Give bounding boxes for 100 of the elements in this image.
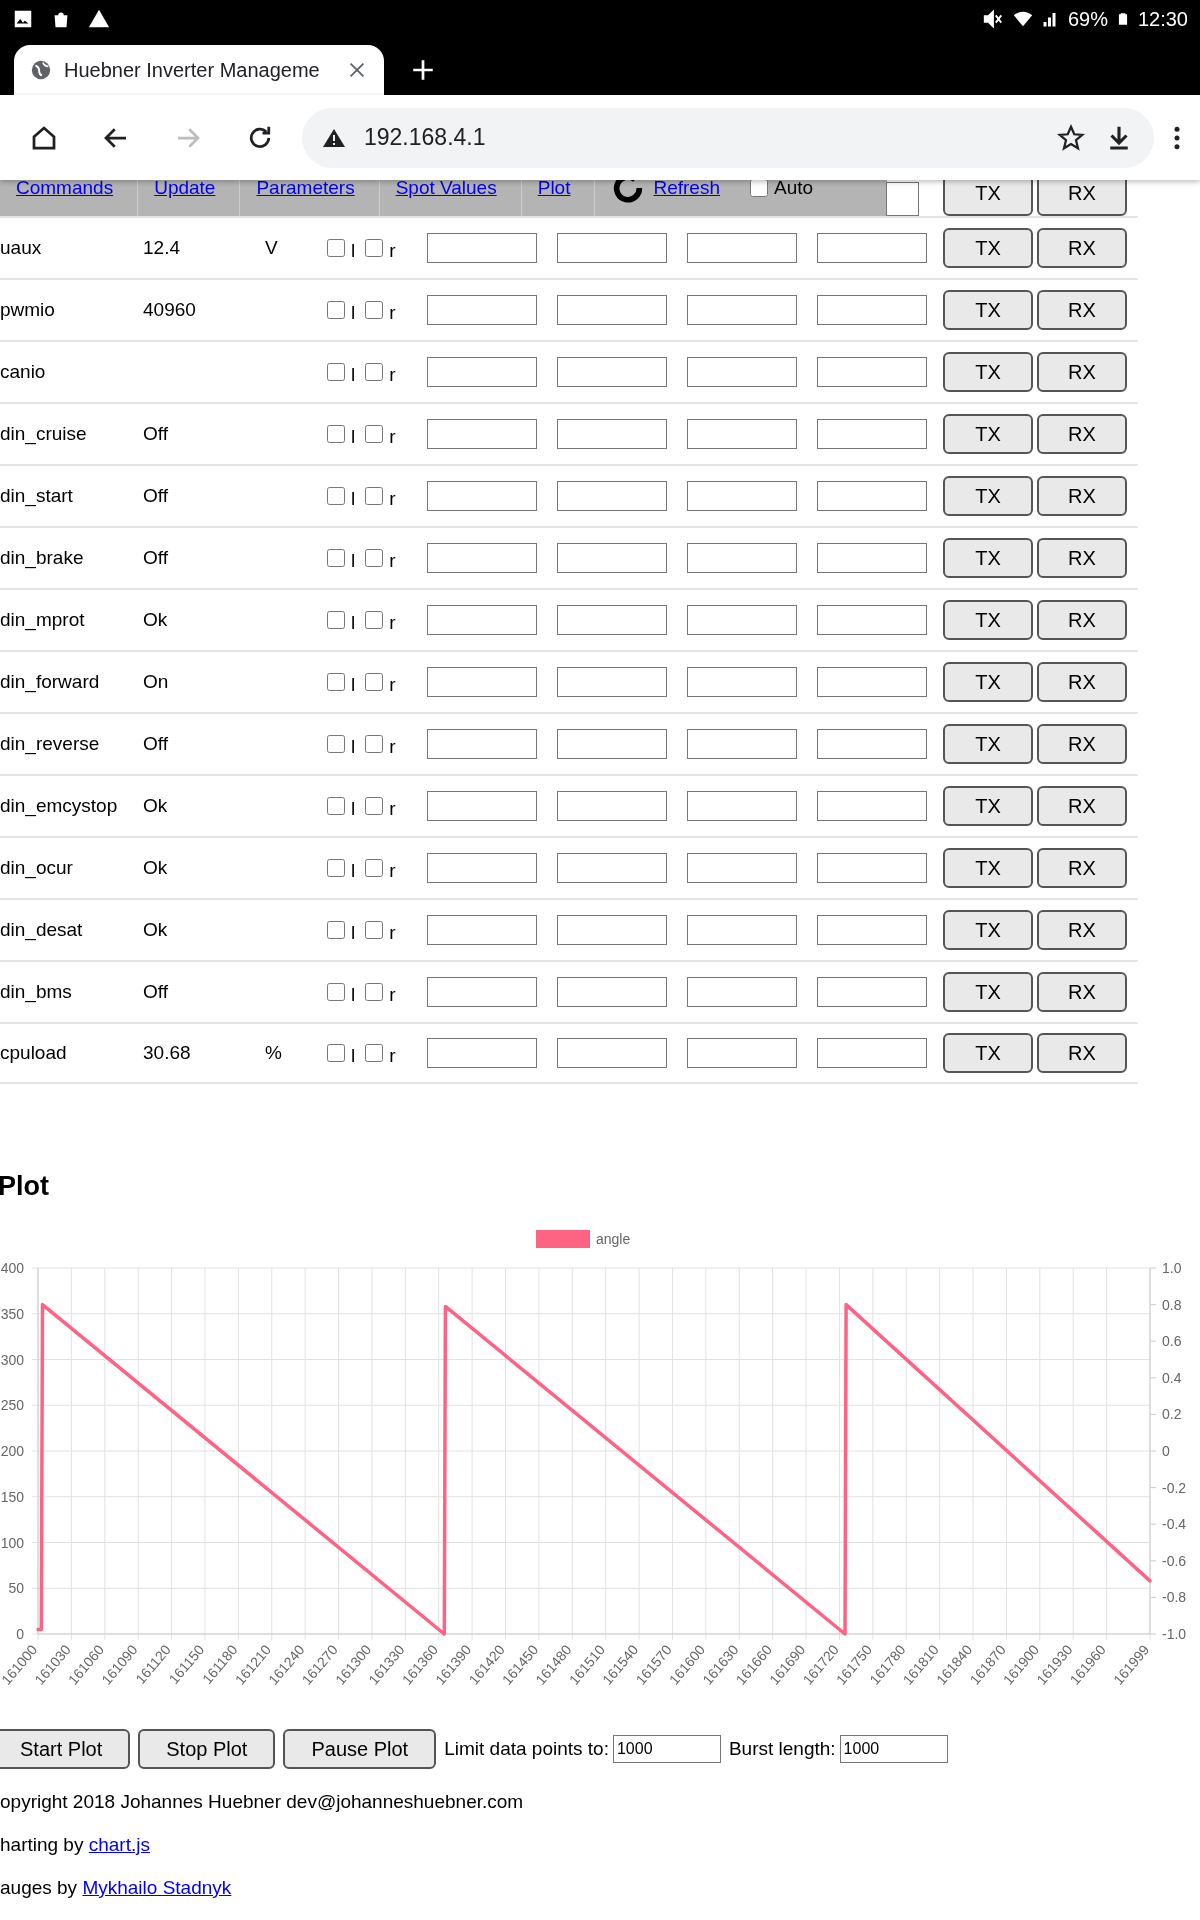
rx-button[interactable]: RX [1037, 180, 1127, 216]
input-field[interactable] [687, 1038, 797, 1068]
checkbox[interactable] [365, 611, 384, 629]
tx-button[interactable]: TX [943, 910, 1033, 950]
tx-button[interactable]: TX [943, 228, 1033, 268]
plot-button[interactable]: Stop Plot [138, 1729, 276, 1769]
input-field[interactable] [817, 481, 927, 511]
checkbox[interactable] [365, 921, 384, 939]
input-field[interactable] [557, 1038, 667, 1068]
input-field[interactable] [687, 791, 797, 821]
input-field[interactable] [557, 729, 667, 759]
rx-button[interactable]: RX [1037, 414, 1127, 454]
input-field[interactable] [817, 977, 927, 1007]
input-field[interactable] [557, 543, 667, 573]
input-field[interactable] [687, 915, 797, 945]
checkbox[interactable] [327, 921, 345, 939]
checkbox[interactable] [365, 983, 384, 1001]
input-field[interactable] [817, 233, 927, 263]
input-field[interactable] [557, 915, 667, 945]
checkbox[interactable] [365, 549, 384, 567]
tx-button[interactable]: TX [943, 476, 1033, 516]
input-field[interactable] [817, 667, 927, 697]
input-field[interactable] [687, 729, 797, 759]
tx-button[interactable]: TX [943, 972, 1033, 1012]
input-field[interactable] [427, 357, 537, 387]
footer-link[interactable]: chart.js [88, 1834, 150, 1855]
checkbox[interactable] [327, 859, 345, 877]
nav-link[interactable]: Commands [0, 180, 139, 216]
rx-button[interactable]: RX [1037, 972, 1127, 1012]
input-field[interactable] [427, 667, 537, 697]
checkbox[interactable] [365, 239, 384, 257]
input-field[interactable] [557, 233, 667, 263]
rx-button[interactable]: RX [1037, 290, 1127, 330]
input-field[interactable] [817, 295, 927, 325]
tx-button[interactable]: TX [943, 600, 1033, 640]
checkbox[interactable] [327, 487, 345, 505]
input-field[interactable] [427, 419, 537, 449]
tx-button[interactable]: TX [943, 538, 1033, 578]
input-field[interactable] [687, 853, 797, 883]
input-field[interactable] [817, 729, 927, 759]
input-field[interactable] [557, 853, 667, 883]
input-field[interactable] [687, 295, 797, 325]
nav-link[interactable]: Spot Values [379, 180, 522, 216]
input-field[interactable] [817, 853, 927, 883]
tx-button[interactable]: TX [943, 290, 1033, 330]
input-field[interactable]: 1000 [839, 1735, 948, 1763]
checkbox[interactable] [327, 363, 345, 381]
input-field[interactable] [427, 605, 537, 635]
input-field[interactable] [557, 295, 667, 325]
checkbox[interactable] [365, 301, 384, 319]
rx-button[interactable]: RX [1037, 476, 1127, 516]
input-field[interactable] [427, 543, 537, 573]
input-field[interactable] [687, 667, 797, 697]
input-field[interactable] [427, 1038, 537, 1068]
input-field[interactable] [817, 605, 927, 635]
checkbox[interactable] [327, 797, 345, 815]
input-field[interactable]: 1000 [612, 1735, 721, 1763]
input-field[interactable] [427, 233, 537, 263]
checkbox[interactable] [365, 487, 384, 505]
checkbox[interactable] [327, 611, 345, 629]
checkbox[interactable] [327, 673, 345, 691]
input-field[interactable] [817, 1038, 927, 1068]
input-field[interactable] [557, 357, 667, 387]
input-field[interactable] [557, 791, 667, 821]
checkbox[interactable] [365, 797, 384, 815]
input-field[interactable] [427, 481, 537, 511]
input-field[interactable] [817, 543, 927, 573]
input-field[interactable] [687, 357, 797, 387]
checkbox[interactable] [327, 735, 345, 753]
input-field[interactable] [427, 791, 537, 821]
tx-button[interactable]: TX [943, 414, 1033, 454]
input-field[interactable] [557, 605, 667, 635]
input-field[interactable] [427, 853, 537, 883]
rx-button[interactable]: RX [1037, 1033, 1127, 1073]
rx-button[interactable]: RX [1037, 352, 1127, 392]
checkbox[interactable] [365, 673, 384, 691]
checkbox[interactable] [327, 425, 345, 443]
refresh-link[interactable]: Refresh [653, 180, 720, 203]
rx-button[interactable]: RX [1037, 538, 1127, 578]
plot-button[interactable]: Pause Plot [283, 1729, 437, 1769]
checkbox[interactable] [327, 301, 345, 319]
tx-button[interactable]: TX [943, 180, 1033, 216]
checkbox[interactable] [327, 1044, 345, 1062]
input-field[interactable] [687, 233, 797, 263]
input-field[interactable] [687, 543, 797, 573]
checkbox[interactable] [365, 363, 384, 381]
input-field[interactable] [817, 357, 927, 387]
checkbox[interactable] [327, 549, 345, 567]
input-field[interactable] [817, 915, 927, 945]
rx-button[interactable]: RX [1037, 724, 1127, 764]
star-icon[interactable] [1056, 122, 1086, 153]
checkbox[interactable] [365, 425, 384, 443]
input-field[interactable] [427, 295, 537, 325]
nav-link[interactable]: Parameters [240, 180, 380, 216]
checkbox[interactable] [365, 1044, 384, 1062]
input-field[interactable] [557, 667, 667, 697]
input-field[interactable] [687, 419, 797, 449]
input-field[interactable] [427, 977, 537, 1007]
rx-button[interactable]: RX [1037, 786, 1127, 826]
tx-button[interactable]: TX [943, 848, 1033, 888]
